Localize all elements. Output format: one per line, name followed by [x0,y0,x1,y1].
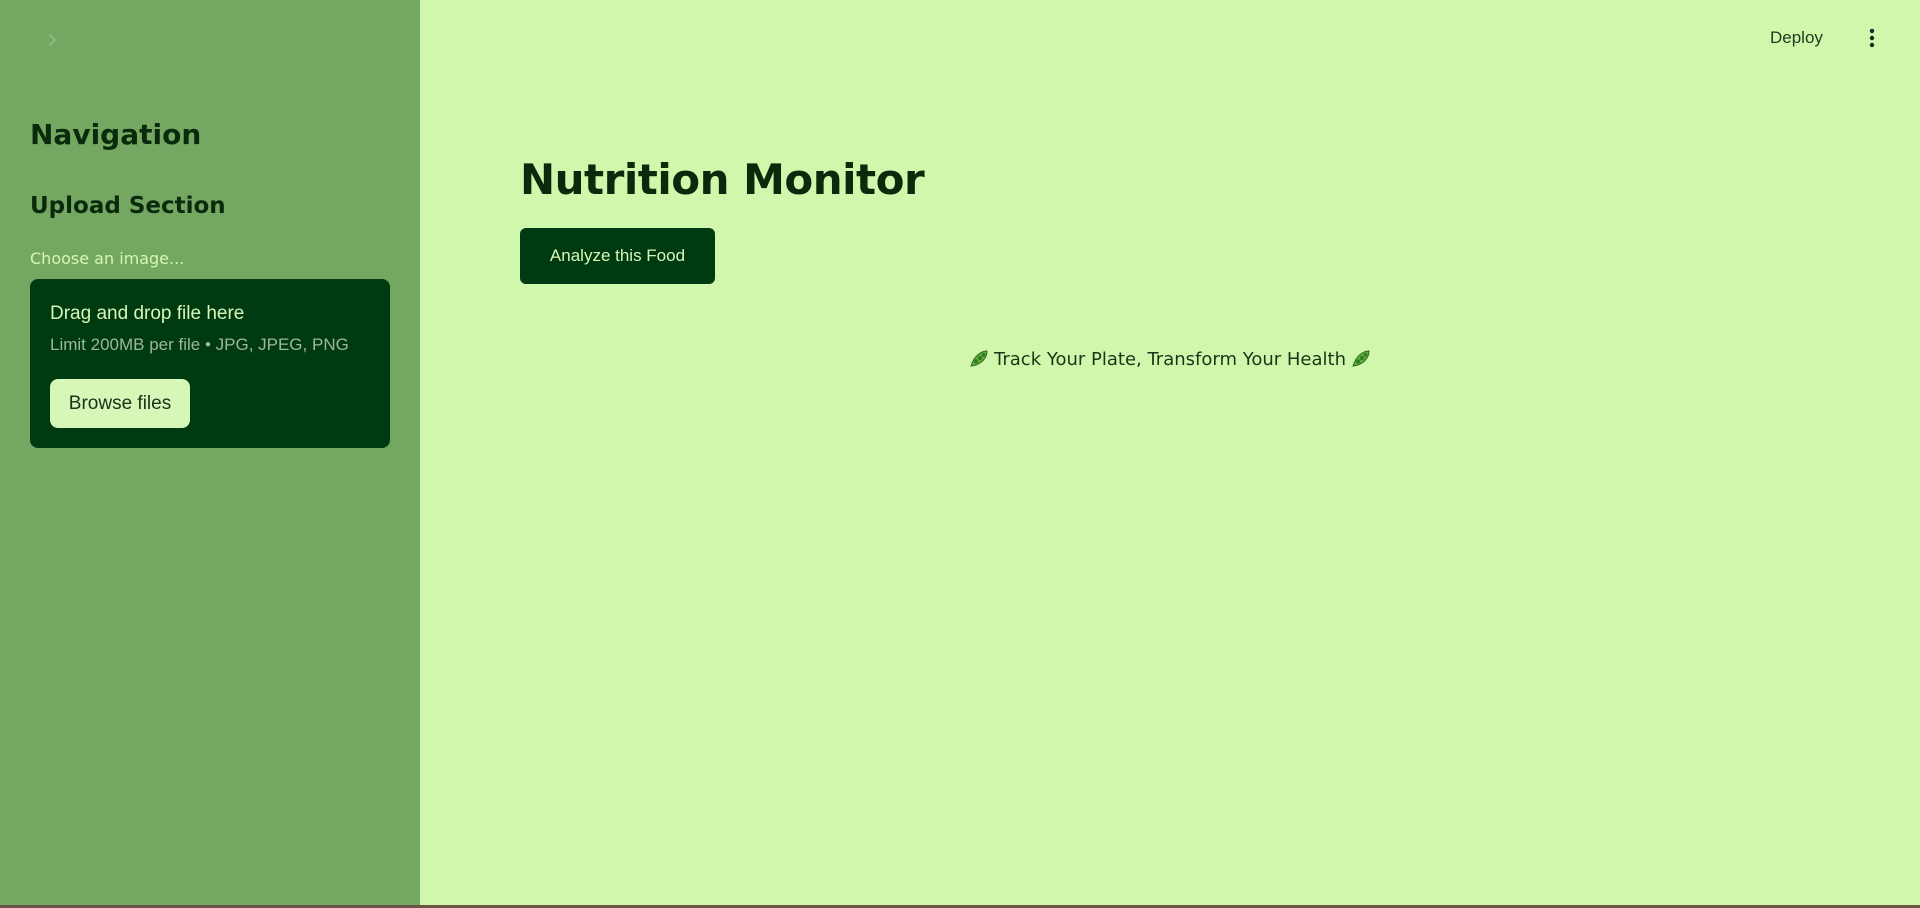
sidebar: Navigation Upload Section Choose an imag… [0,0,420,905]
dropzone-title: Drag and drop file here [50,303,245,324]
chevron-right-icon [49,34,56,46]
kebab-menu-icon [1869,28,1875,48]
tagline-text: Track Your Plate, Transform Your Health [994,348,1346,370]
dropzone-limit-text: Limit 200MB per file • JPG, JPEG, PNG [50,335,349,354]
page-title: Nutrition Monitor [520,155,925,204]
sidebar-title: Navigation [30,118,202,151]
pea-pod-icon [968,348,990,370]
deploy-button[interactable]: Deploy [1770,24,1823,52]
tagline: Track Your Plate, Transform Your Health [970,346,1370,372]
app-window: Navigation Upload Section Choose an imag… [0,0,1920,908]
upload-section-title: Upload Section [30,193,226,219]
sidebar-collapse-button[interactable] [40,28,64,52]
analyze-food-button[interactable]: Analyze this Food [520,228,715,284]
file-dropzone[interactable]: Drag and drop file here Limit 200MB per … [30,279,390,448]
browse-files-button[interactable]: Browse files [50,379,190,428]
main-menu-button[interactable] [1862,26,1882,50]
pea-pod-icon [1350,348,1372,370]
file-uploader-label: Choose an image... [30,249,185,268]
